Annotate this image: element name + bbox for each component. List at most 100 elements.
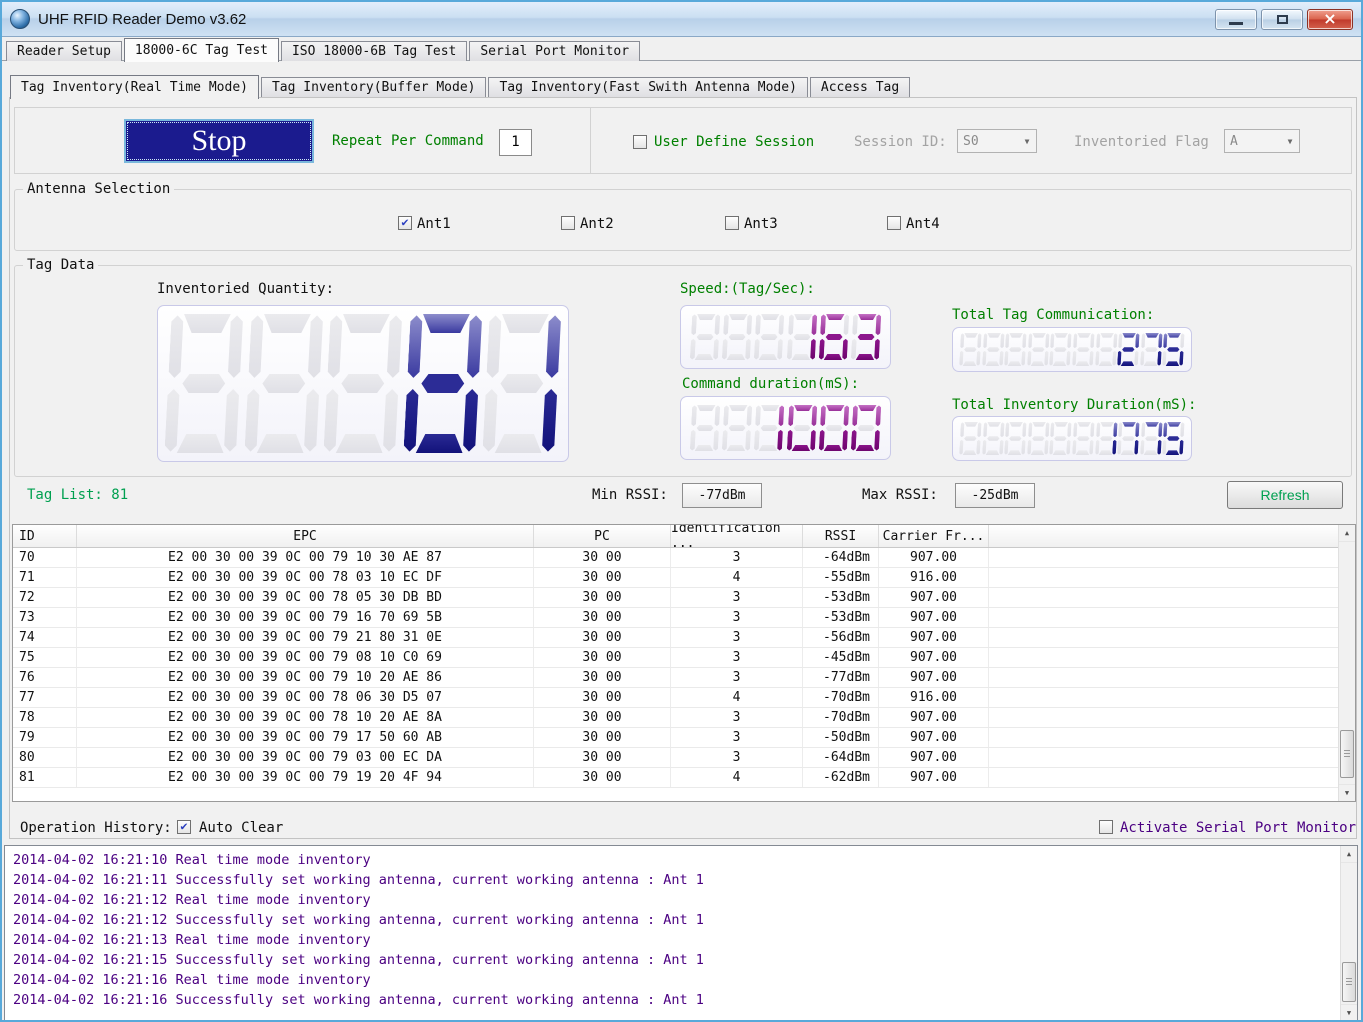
table-cell: -70dBm (803, 708, 879, 727)
ant4-checkbox[interactable] (887, 216, 901, 230)
table-cell: -53dBm (803, 608, 879, 627)
ant2-checkbox[interactable] (561, 216, 575, 230)
table-cell: 907.00 (879, 648, 989, 667)
lcd-digit (1004, 333, 1026, 366)
table-row[interactable]: 81E2 00 30 00 39 0C 00 79 19 20 4F 9430 … (13, 768, 1338, 788)
antenna-checkbox-ant1[interactable]: ✔Ant1 (398, 216, 451, 232)
lcd-digit (959, 333, 981, 366)
tag-list-count-label: Tag List: 81 (27, 487, 128, 503)
table-cell: 30 00 (534, 628, 671, 647)
table-row[interactable]: 80E2 00 30 00 39 0C 00 79 03 00 EC DA30 … (13, 748, 1338, 768)
table-cell: 74 (13, 628, 77, 647)
table-cell: 30 00 (534, 588, 671, 607)
log-line: 2014-04-02 16:21:16 Real time mode inven… (13, 970, 1335, 990)
antenna-label: Ant4 (906, 216, 940, 232)
activate-serial-port-monitor-checkbox[interactable] (1099, 820, 1113, 834)
lcd-digit (1140, 422, 1162, 455)
table-cell: 907.00 (879, 588, 989, 607)
column-header-pc[interactable]: PC (534, 525, 671, 547)
tab-18000-6c-tag-test[interactable]: 18000-6C Tag Test (124, 38, 279, 62)
table-cell: 3 (671, 588, 803, 607)
session-id-select[interactable]: S0 ▼ (957, 129, 1037, 153)
log-scrollbar-thumb[interactable] (1342, 962, 1356, 1002)
table-scrollbar[interactable]: ▲ ▼ (1338, 525, 1355, 801)
table-cell: 3 (671, 608, 803, 627)
scroll-down-icon[interactable]: ▼ (1339, 784, 1355, 801)
subtab-tag-inventory-buffer-mode[interactable]: Tag Inventory(Buffer Mode) (261, 77, 487, 97)
lcd-digit (722, 314, 753, 360)
table-cell: 30 00 (534, 548, 671, 567)
table-row[interactable]: 73E2 00 30 00 39 0C 00 79 16 70 69 5B30 … (13, 608, 1338, 628)
table-cell: -64dBm (803, 748, 879, 767)
log-line: 2014-04-02 16:21:12 Successfully set wor… (13, 910, 1335, 930)
command-duration-label: Command duration(mS): (682, 376, 859, 392)
antenna-checkbox-ant4[interactable]: Ant4 (887, 216, 940, 232)
inventoried-flag-select[interactable]: A ▼ (1224, 129, 1300, 153)
table-cell: 4 (671, 768, 803, 787)
lcd-digit (403, 314, 482, 453)
table-cell: E2 00 30 00 39 0C 00 78 05 30 DB BD (77, 588, 534, 607)
table-cell: E2 00 30 00 39 0C 00 79 16 70 69 5B (77, 608, 534, 627)
table-cell: -50dBm (803, 728, 879, 747)
repeat-per-command-input[interactable]: 1 (499, 129, 532, 156)
column-header-carrier-fr[interactable]: Carrier Fr... (879, 525, 989, 547)
table-scrollbar-thumb[interactable] (1340, 730, 1354, 778)
ant3-checkbox[interactable] (725, 216, 739, 230)
antenna-checkbox-ant3[interactable]: Ant3 (725, 216, 778, 232)
table-row[interactable]: 71E2 00 30 00 39 0C 00 78 03 10 EC DF30 … (13, 568, 1338, 588)
table-row[interactable]: 79E2 00 30 00 39 0C 00 79 17 50 60 AB30 … (13, 728, 1338, 748)
table-row[interactable]: 77E2 00 30 00 39 0C 00 78 06 30 D5 0730 … (13, 688, 1338, 708)
table-row[interactable]: 76E2 00 30 00 39 0C 00 79 10 20 AE 8630 … (13, 668, 1338, 688)
operation-history-label: Operation History: (20, 820, 172, 836)
lcd-digit (786, 314, 817, 360)
subtab-tag-inventory-fast-swith-antenna-mode[interactable]: Tag Inventory(Fast Swith Antenna Mode) (488, 77, 807, 97)
column-header-rssi[interactable]: RSSI (803, 525, 879, 547)
lcd-digit (1004, 422, 1026, 455)
table-cell-filler (989, 588, 1338, 607)
column-header-identification[interactable]: Identification ... (671, 525, 803, 547)
table-row[interactable]: 72E2 00 30 00 39 0C 00 78 05 30 DB BD30 … (13, 588, 1338, 608)
command-duration-display (680, 396, 891, 460)
table-row[interactable]: 78E2 00 30 00 39 0C 00 78 10 20 AE 8A30 … (13, 708, 1338, 728)
maximize-button[interactable] (1261, 9, 1303, 30)
table-cell: 73 (13, 608, 77, 627)
subtab-tag-inventory-real-time-mode[interactable]: Tag Inventory(Real Time Mode) (10, 75, 259, 99)
maximize-icon (1277, 15, 1288, 24)
table-cell: E2 00 30 00 39 0C 00 79 21 80 31 0E (77, 628, 534, 647)
table-cell: 30 00 (534, 728, 671, 747)
antenna-checkbox-ant2[interactable]: Ant2 (561, 216, 614, 232)
table-cell: -45dBm (803, 648, 879, 667)
ant1-checkbox[interactable]: ✔ (398, 216, 412, 230)
column-header-epc[interactable]: EPC (77, 525, 534, 547)
user-define-session-checkbox[interactable] (633, 135, 647, 149)
auto-clear-checkbox[interactable]: ✔ (177, 820, 191, 834)
table-cell: E2 00 30 00 39 0C 00 78 03 10 EC DF (77, 568, 534, 587)
subtab-access-tag[interactable]: Access Tag (810, 77, 910, 97)
table-cell: 78 (13, 708, 77, 727)
max-rssi-label: Max RSSI: (862, 487, 938, 503)
tab-reader-setup[interactable]: Reader Setup (6, 41, 122, 61)
close-button[interactable]: × (1307, 9, 1353, 30)
table-cell-filler (989, 728, 1338, 747)
table-row[interactable]: 75E2 00 30 00 39 0C 00 79 08 10 C0 6930 … (13, 648, 1338, 668)
lcd-digit (1027, 333, 1049, 366)
table-row[interactable]: 70E2 00 30 00 39 0C 00 79 10 30 AE 8730 … (13, 548, 1338, 568)
repeat-per-command-label: Repeat Per Command (332, 133, 484, 149)
tab-serial-port-monitor[interactable]: Serial Port Monitor (469, 41, 640, 61)
refresh-button[interactable]: Refresh (1227, 481, 1343, 509)
log-scrollbar[interactable]: ▲ ▼ (1340, 846, 1357, 1021)
table-cell-filler (989, 688, 1338, 707)
table-cell: 4 (671, 688, 803, 707)
table-cell-filler (989, 548, 1338, 567)
column-header-id[interactable]: ID (13, 525, 77, 547)
scroll-up-icon[interactable]: ▲ (1339, 525, 1355, 542)
scroll-up-icon[interactable]: ▲ (1341, 846, 1357, 863)
tab-iso-18000-6b-tag-test[interactable]: ISO 18000-6B Tag Test (281, 41, 467, 61)
operation-history-row: Operation History: ✔ Auto Clear Activate… (2, 812, 1361, 842)
table-row[interactable]: 74E2 00 30 00 39 0C 00 79 21 80 31 0E30 … (13, 628, 1338, 648)
stop-button[interactable]: Stop (124, 119, 314, 163)
minimize-button[interactable] (1215, 9, 1257, 30)
speed-label: Speed:(Tag/Sec): (680, 281, 815, 297)
scroll-down-icon[interactable]: ▼ (1341, 1004, 1357, 1021)
inventoried-flag-label: Inventoried Flag (1074, 134, 1209, 150)
